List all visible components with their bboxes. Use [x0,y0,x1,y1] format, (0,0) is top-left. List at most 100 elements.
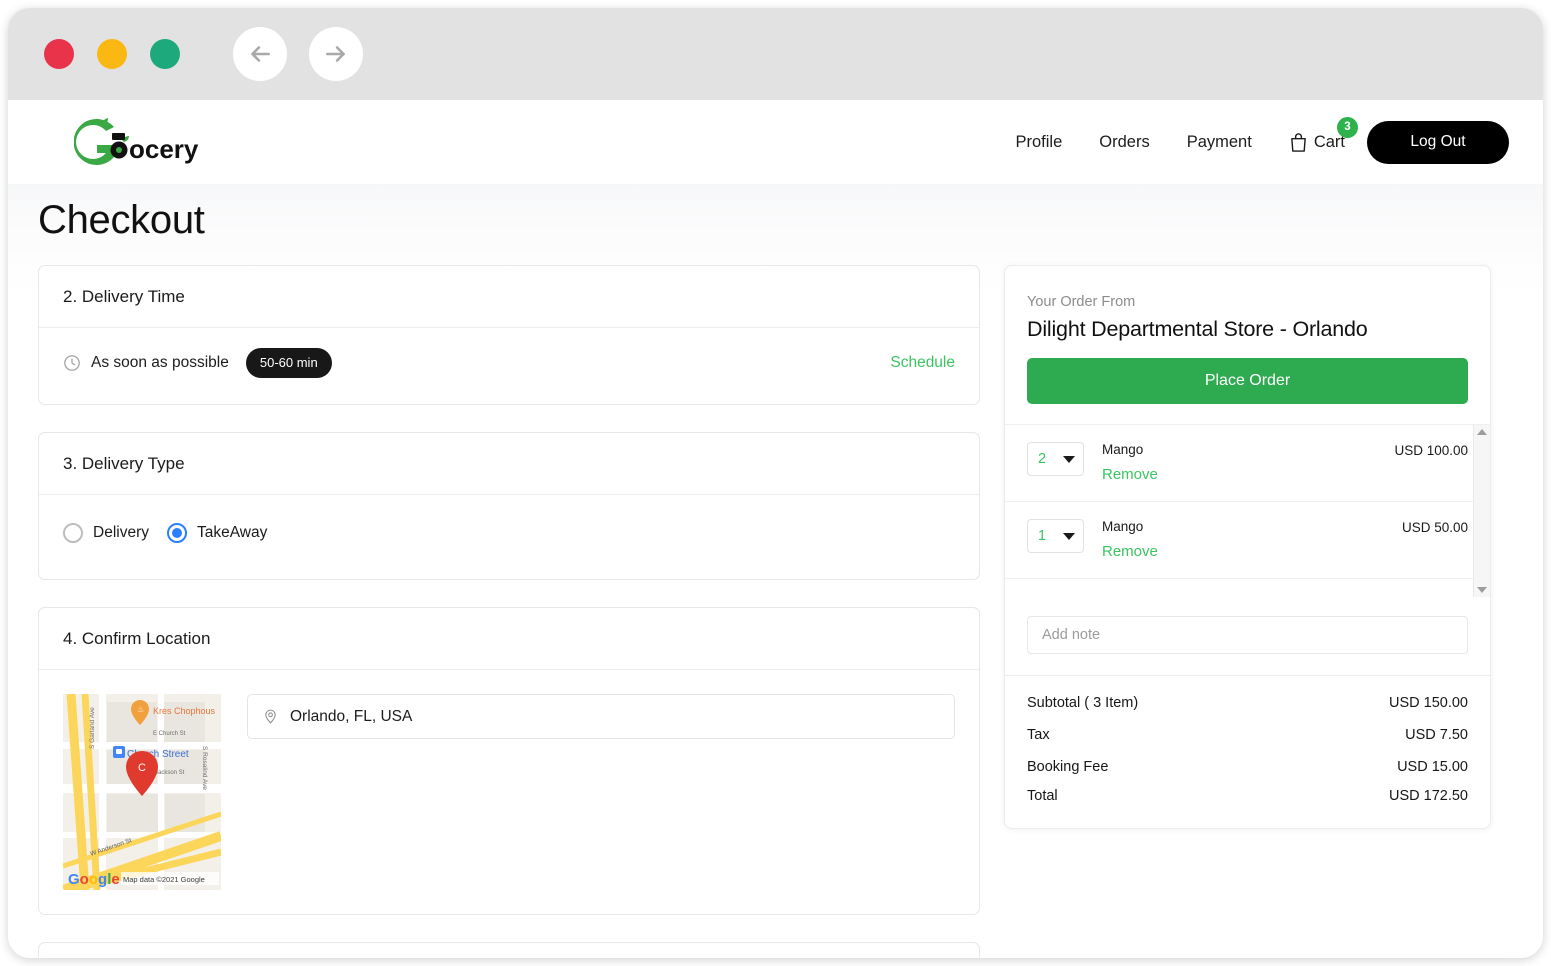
total-label: Total [1027,788,1058,804]
chevron-down-icon [1063,455,1075,463]
order-item-price: USD 100.00 [1394,443,1468,458]
shopping-bag-icon [1290,132,1306,152]
confirm-location-body: S Garland Ave E Church St S Rosalind Ave… [39,670,979,914]
total-row-tax: Tax USD 7.50 [1027,727,1468,743]
address-value: Orlando, FL, USA [290,707,413,725]
eta-badge: 50-60 min [245,348,332,378]
confirm-location-card: 4. Confirm Location S Garland Ave E Chur… [38,607,980,915]
location-pin-icon [265,709,276,724]
arrow-left-icon [251,46,270,62]
delivery-type-options: Delivery TakeAway [39,495,979,579]
order-totals: Subtotal ( 3 Item) USD 150.00 Tax USD 7.… [1005,675,1490,828]
svg-text:♨: ♨ [137,705,144,714]
delivery-option-delivery[interactable]: Delivery [63,523,149,543]
payment-card: 5. Payment [38,942,980,958]
svg-text:E Church St: E Church St [153,731,186,737]
browser-titlebar [8,8,1543,100]
forward-button[interactable] [309,27,363,81]
site-logo[interactable]: ocery [74,117,206,167]
order-item-price: USD 50.00 [1401,520,1468,535]
total-row-total: Total USD 172.50 [1027,788,1468,804]
order-items-scrollbar[interactable] [1473,425,1490,597]
order-items-scroll-area: 2 Mango Remove USD 100.00 1 Mango Remove… [1005,424,1490,597]
delivery-type-heading: 3. Delivery Type [39,433,979,495]
delivery-type-card: 3. Delivery Type Delivery TakeAway [38,432,980,580]
content-grid: 2. Delivery Time As soon as possible 50-… [8,243,1543,958]
quantity-value: 1 [1038,528,1047,544]
scroll-up-icon[interactable] [1477,429,1487,435]
order-item-details: Mango Remove [1102,442,1394,484]
order-from-label: Your Order From [1027,294,1136,310]
svg-text:C: C [138,762,146,774]
nav-item-orders[interactable]: Orders [1099,133,1149,152]
close-window-button[interactable] [44,39,74,69]
svg-text:Kres Chophous: Kres Chophous [153,706,216,716]
order-item-row: 2 Mango Remove USD 100.00 [1005,425,1490,502]
site-header: ocery Profile Orders Payment Cart 3 Log … [8,100,1543,184]
booking-fee-value: USD 15.00 [1397,759,1468,775]
store-name: Dilight Departmental Store - Orlando [1027,317,1368,341]
address-input[interactable]: Orlando, FL, USA [247,694,955,739]
subtotal-label: Subtotal ( 3 Item) [1027,695,1139,711]
logout-button[interactable]: Log Out [1367,120,1509,164]
minimize-window-button[interactable] [97,39,127,69]
remove-item-link[interactable]: Remove [1102,543,1158,560]
order-items-list: 2 Mango Remove USD 100.00 1 Mango Remove… [1005,425,1490,597]
total-value: USD 172.50 [1389,788,1468,804]
place-order-button[interactable]: Place Order [1027,358,1468,404]
maximize-window-button[interactable] [150,39,180,69]
delivery-time-card: 2. Delivery Time As soon as possible 50-… [38,265,980,405]
clock-icon [64,355,80,371]
order-item-details: Mango Remove [1102,519,1402,561]
cart-badge: 3 [1337,116,1358,138]
svg-text:Jackson St: Jackson St [155,770,185,776]
order-item-row: 1 Mango Remove USD 50.00 [1005,502,1490,579]
page-body: Checkout 2. Delivery Time As soon as pos… [8,184,1543,958]
schedule-link[interactable]: Schedule [890,354,955,372]
quantity-select[interactable]: 2 [1027,442,1084,476]
back-button[interactable] [233,27,287,81]
quantity-select[interactable]: 1 [1027,519,1084,553]
scroll-down-icon[interactable] [1477,587,1487,593]
total-row-subtotal: Subtotal ( 3 Item) USD 150.00 [1027,695,1468,711]
nav-item-profile[interactable]: Profile [1015,133,1062,152]
asap-label: As soon as possible [91,354,229,371]
delivery-option-label: Delivery [93,524,149,541]
svg-text:S Rosalind Ave: S Rosalind Ave [201,746,208,790]
order-summary-panel: Your Order From Dilight Departmental Sto… [1004,265,1491,829]
delivery-time-heading: 2. Delivery Time [39,266,979,328]
arrow-right-icon [326,46,345,62]
total-row-booking-fee: Booking Fee USD 15.00 [1027,759,1468,775]
order-item-name: Mango [1102,519,1144,534]
map-thumbnail[interactable]: S Garland Ave E Church St S Rosalind Ave… [63,694,221,890]
delivery-time-row: As soon as possible 50-60 min Schedule [39,328,979,404]
svg-text:Google: Google [68,871,120,888]
radio-delivery[interactable] [63,523,83,543]
order-panel-header: Your Order From Dilight Departmental Sto… [1005,266,1490,342]
map-image: S Garland Ave E Church St S Rosalind Ave… [63,694,221,890]
chevron-down-icon [1063,532,1075,540]
note-wrapper [1005,597,1490,675]
subtotal-value: USD 150.00 [1389,695,1468,711]
page-title: Checkout [38,198,205,242]
nav-item-payment[interactable]: Payment [1187,133,1252,152]
confirm-location-heading: 4. Confirm Location [39,608,979,670]
booking-fee-label: Booking Fee [1027,759,1109,775]
add-note-input[interactable] [1027,616,1468,654]
svg-text:Map data ©2021 Google: Map data ©2021 Google [123,875,205,884]
payment-heading: 5. Payment [39,943,979,958]
main-navigation: Profile Orders Payment Cart 3 Log Out [1015,116,1509,164]
checkout-steps-column: 2. Delivery Time As soon as possible 50-… [38,265,980,958]
remove-item-link[interactable]: Remove [1102,466,1158,483]
radio-takeaway[interactable] [166,523,187,543]
svg-text:ocery: ocery [129,134,199,164]
tax-label: Tax [1027,727,1050,743]
delivery-option-takeaway[interactable]: TakeAway [166,523,268,543]
svg-text:S Garland Ave: S Garland Ave [89,707,96,749]
tax-value: USD 7.50 [1405,727,1468,743]
nav-item-cart[interactable]: Cart 3 [1289,116,1358,153]
order-item-name: Mango [1102,442,1144,457]
quantity-value: 2 [1038,451,1047,467]
takeaway-option-label: TakeAway [196,524,268,541]
grocery-logo-icon: ocery [74,118,199,165]
